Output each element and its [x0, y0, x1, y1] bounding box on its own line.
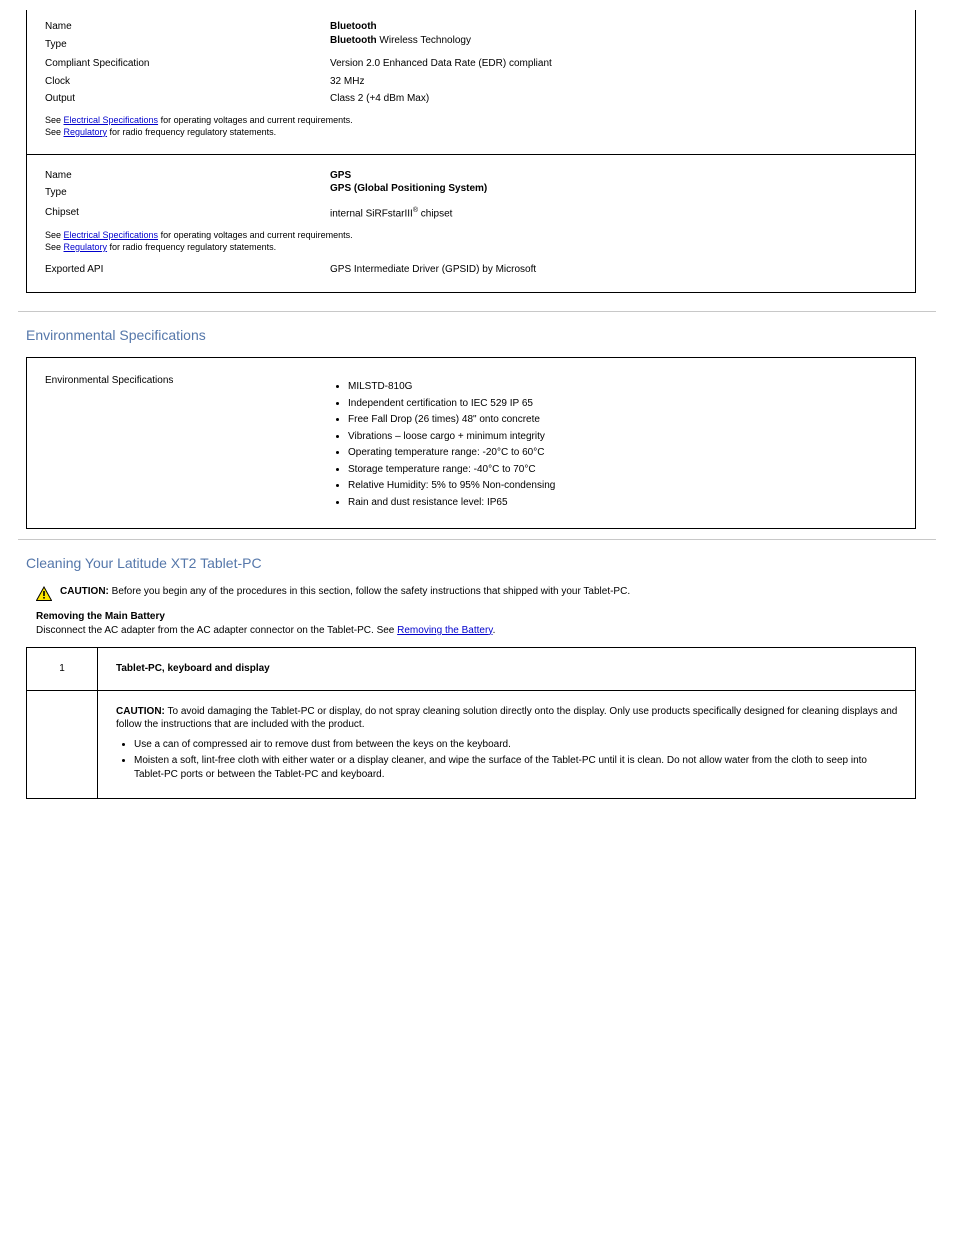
- bt-clock-value: 32 MHz: [330, 75, 897, 89]
- step-bullets: Use a can of compressed air to remove du…: [134, 738, 897, 782]
- bt-name-value: Bluetooth: [330, 20, 897, 34]
- env-bullet: Relative Humidity: 5% to 95% Non-condens…: [348, 479, 897, 493]
- env-label: Environmental Specifications: [45, 374, 330, 512]
- bt-note: See Electrical Specifications for operat…: [45, 114, 897, 138]
- caution-block: CAUTION: Before you begin any of the pro…: [36, 585, 936, 602]
- env-heading: Environmental Specifications: [26, 326, 936, 345]
- bt-reg-link[interactable]: Regulatory: [64, 127, 108, 137]
- gps-type-value: GPS (Global Positioning System): [330, 182, 897, 196]
- env-box: Environmental Specifications MILSTD-810G…: [26, 357, 916, 529]
- procedure-table: 1 Tablet-PC, keyboard and display CAUTIO…: [26, 647, 916, 799]
- caution-text: CAUTION: Before you begin any of the pro…: [60, 585, 630, 599]
- step-bullet: Use a can of compressed air to remove du…: [134, 738, 897, 752]
- step-body: CAUTION: To avoid damaging the Tablet-PC…: [98, 690, 916, 799]
- gps-exported-label: Exported API: [45, 263, 330, 277]
- step-bullet: Moisten a soft, lint-free cloth with eit…: [134, 754, 897, 781]
- env-bullet: Independent certification to IEC 529 IP …: [348, 397, 897, 411]
- remove-battery-block: Removing the Main Battery Disconnect the…: [36, 610, 936, 637]
- bt-type-value: Bluetooth Wireless Technology: [330, 34, 897, 48]
- bt-output-value: Class 2 (+4 dBm Max): [330, 92, 897, 106]
- gps-cell: Name Type GPS GPS (Global Positioning Sy…: [27, 154, 916, 293]
- bt-name-label: Name: [45, 20, 330, 34]
- step-number: 1: [27, 648, 98, 691]
- gps-chipset-value: internal SiRFstarIII® chipset: [330, 206, 897, 221]
- table-row: 1 Tablet-PC, keyboard and display: [27, 648, 916, 691]
- remove-battery-link[interactable]: Removing the Battery: [397, 625, 492, 636]
- clean-heading: Cleaning Your Latitude XT2 Tablet-PC: [26, 554, 936, 573]
- env-bullet: MILSTD-810G: [348, 380, 897, 394]
- step-number: [27, 690, 98, 799]
- gps-reg-link[interactable]: Regulatory: [64, 242, 108, 252]
- env-bullet: Operating temperature range: -20°C to 60…: [348, 446, 897, 460]
- gps-exported-value: GPS Intermediate Driver (GPSID) by Micro…: [330, 263, 897, 277]
- env-bullet: Free Fall Drop (26 times) 48" onto concr…: [348, 413, 897, 427]
- step-caution: CAUTION: To avoid damaging the Tablet-PC…: [116, 705, 897, 732]
- gps-elec-link[interactable]: Electrical Specifications: [64, 230, 159, 240]
- bluetooth-cell: Name Type Bluetooth Bluetooth Wireless T…: [27, 10, 916, 154]
- caution-icon: [36, 586, 52, 602]
- bt-spec-value: Version 2.0 Enhanced Data Rate (EDR) com…: [330, 57, 897, 71]
- gps-chipset-label: Chipset: [45, 206, 330, 221]
- gps-note: See Electrical Specifications for operat…: [45, 229, 897, 253]
- divider: [18, 539, 936, 540]
- gps-name-value: GPS: [330, 169, 897, 183]
- table-row: CAUTION: To avoid damaging the Tablet-PC…: [27, 690, 916, 799]
- env-bullets: MILSTD-810G Independent certification to…: [348, 380, 897, 509]
- gps-name-label: Name: [45, 169, 330, 183]
- bt-output-label: Output: [45, 92, 330, 106]
- rf-spec-table: Name Type Bluetooth Bluetooth Wireless T…: [26, 10, 916, 293]
- env-bullet: Storage temperature range: -40°C to 70°C: [348, 463, 897, 477]
- bt-spec-label: Compliant Specification: [45, 57, 330, 71]
- env-bullet: Rain and dust resistance level: IP65: [348, 496, 897, 510]
- step-title: Tablet-PC, keyboard and display: [98, 648, 916, 691]
- bt-elec-link[interactable]: Electrical Specifications: [64, 115, 159, 125]
- divider: [18, 311, 936, 312]
- bt-clock-label: Clock: [45, 75, 330, 89]
- gps-type-label: Type: [45, 186, 330, 200]
- bt-type-label: Type: [45, 38, 330, 52]
- env-bullet: Vibrations – loose cargo + minimum integ…: [348, 430, 897, 444]
